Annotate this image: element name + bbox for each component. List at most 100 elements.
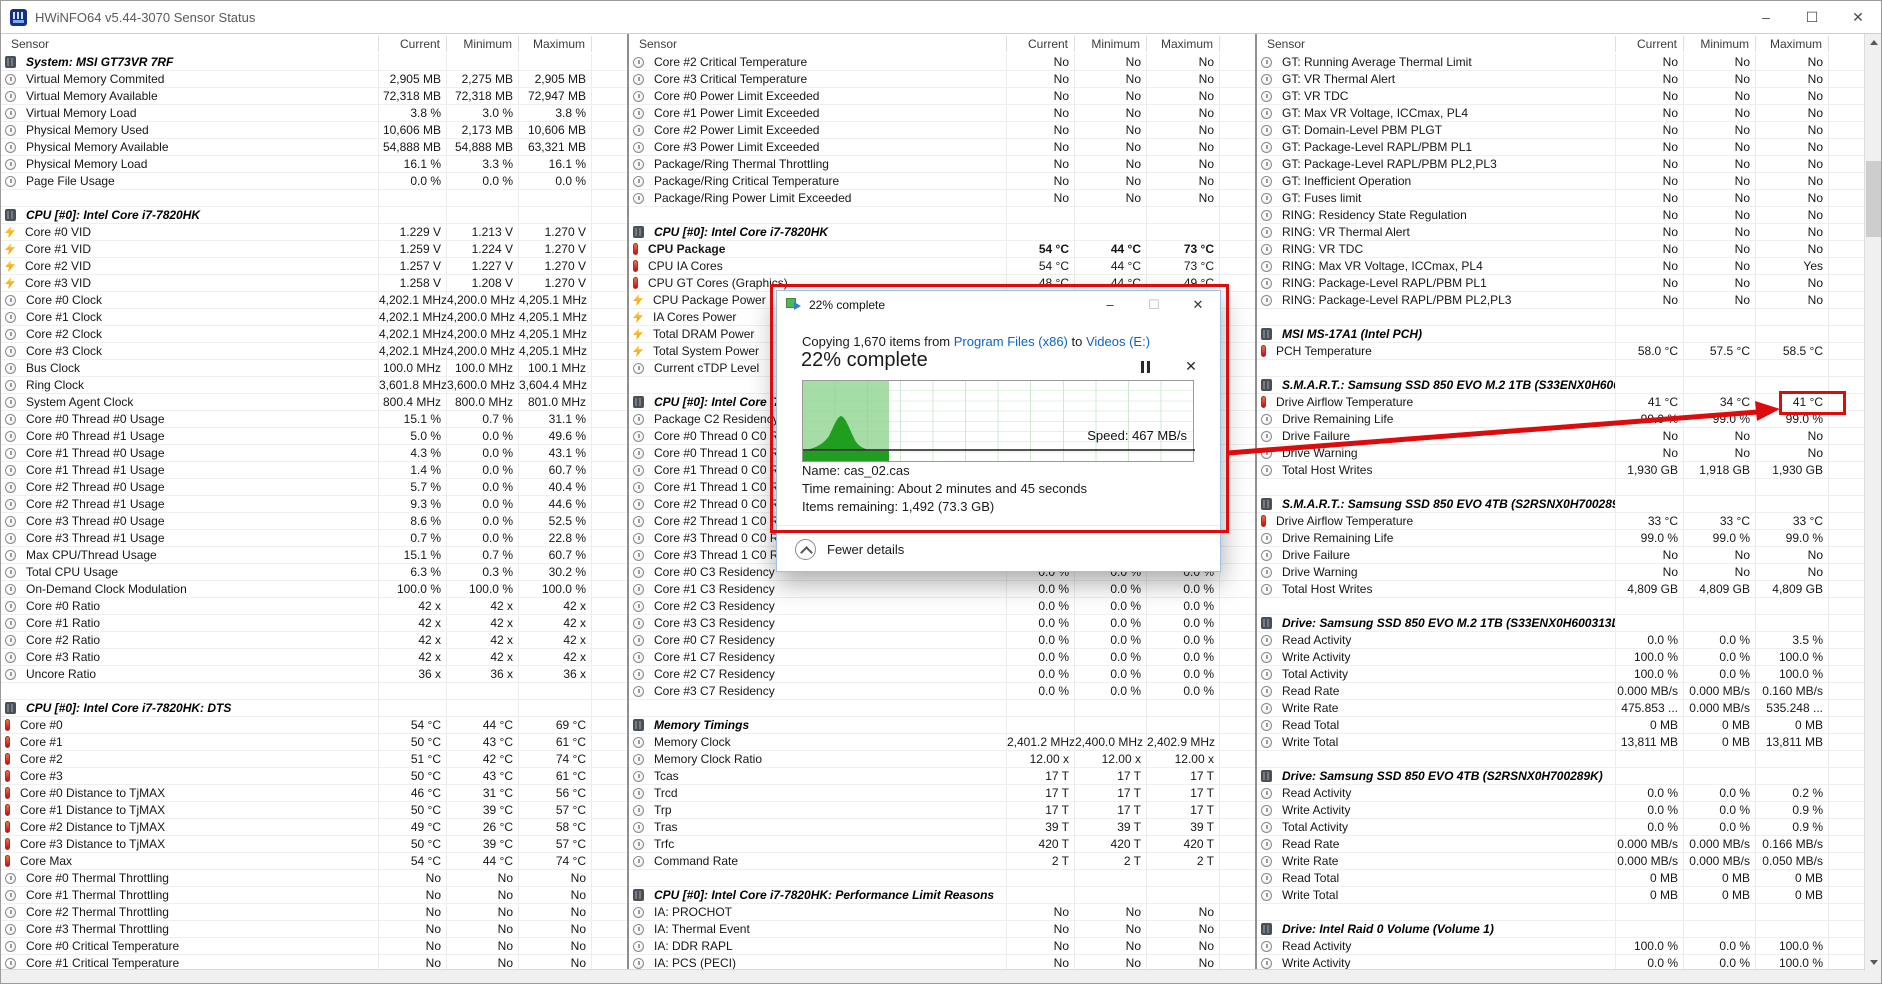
sensor-row[interactable]: Core #2 Thread #0 Usage5.7 %0.0 %40.4 % xyxy=(1,479,627,496)
dialog-close-button[interactable]: ✕ xyxy=(1176,291,1220,318)
sensor-row[interactable]: Core #3 Critical TemperatureNoNoNo xyxy=(629,71,1255,88)
sensor-row[interactable]: Drive Airflow Temperature41 °C34 °C41 °C xyxy=(1257,394,1864,411)
column-header-sensor[interactable]: Sensor xyxy=(1,37,378,51)
fewer-details-button[interactable]: Fewer details xyxy=(827,542,904,557)
sensor-row[interactable]: On-Demand Clock Modulation100.0 %100.0 %… xyxy=(1,581,627,598)
sensor-row[interactable]: Core #2 Clock4,202.1 MHz4,200.0 MHz4,205… xyxy=(1,326,627,343)
sensor-row[interactable]: GT: Max VR Voltage, ICCmax, PL4NoNoNo xyxy=(1257,105,1864,122)
chevron-up-icon[interactable] xyxy=(795,539,816,560)
sensor-row[interactable]: Total Activity100.0 %0.0 %100.0 % xyxy=(1257,666,1864,683)
sensor-row[interactable]: Core #2 Ratio42 x42 x42 x xyxy=(1,632,627,649)
sensor-row[interactable]: Core #3 Clock4,202.1 MHz4,200.0 MHz4,205… xyxy=(1,343,627,360)
section-row[interactable]: CPU [#0]: Intel Core i7-7820HK xyxy=(1,207,627,224)
sensor-row[interactable]: Total Activity0.0 %0.0 %0.9 % xyxy=(1257,819,1864,836)
sensor-row[interactable]: RING: Package-Level RAPL/PBM PL2,PL3NoNo… xyxy=(1257,292,1864,309)
sensor-row[interactable]: Trfc420 T420 T420 T xyxy=(629,836,1255,853)
section-row[interactable]: CPU [#0]: Intel Core i7-7820HK: Performa… xyxy=(629,887,1255,904)
sensor-row[interactable]: Read Total0 MB0 MB0 MB xyxy=(1257,717,1864,734)
sensor-row[interactable]: GT: Package-Level RAPL/PBM PL1NoNoNo xyxy=(1257,139,1864,156)
sensor-row[interactable]: Memory Clock Ratio12.00 x12.00 x12.00 x xyxy=(629,751,1255,768)
sensor-row[interactable]: Trp17 T17 T17 T xyxy=(629,802,1255,819)
sensor-row[interactable]: Core Max54 °C44 °C74 °C xyxy=(1,853,627,870)
sensor-row[interactable]: GT: Inefficient OperationNoNoNo xyxy=(1257,173,1864,190)
sensor-row[interactable]: Physical Memory Load16.1 %3.3 %16.1 % xyxy=(1,156,627,173)
sensor-row[interactable]: Core #1 Thermal ThrottlingNoNoNo xyxy=(1,887,627,904)
sensor-row[interactable]: Total CPU Usage6.3 %0.3 %30.2 % xyxy=(1,564,627,581)
sensor-row[interactable]: RING: Package-Level RAPL/PBM PL1NoNoNo xyxy=(1257,275,1864,292)
sensor-row[interactable]: PCH Temperature58.0 °C57.5 °C58.5 °C xyxy=(1257,343,1864,360)
sensor-row[interactable]: Core #1 Power Limit ExceededNoNoNo xyxy=(629,105,1255,122)
scroll-up-button[interactable] xyxy=(1865,34,1882,51)
section-row[interactable]: Drive: Samsung SSD 850 EVO 4TB (S2RSNX0H… xyxy=(1257,768,1864,785)
sensor-row[interactable]: Core #2 Thread #1 Usage9.3 %0.0 %44.6 % xyxy=(1,496,627,513)
column-header-minimum[interactable]: Minimum xyxy=(1074,36,1146,52)
sensor-row[interactable]: Core #0 Thread #0 Usage15.1 %0.7 %31.1 % xyxy=(1,411,627,428)
sensor-row[interactable]: Core #1 Clock4,202.1 MHz4,200.0 MHz4,205… xyxy=(1,309,627,326)
sensor-row[interactable]: Core #054 °C44 °C69 °C xyxy=(1,717,627,734)
sensor-row[interactable]: Core #0 Thermal ThrottlingNoNoNo xyxy=(1,870,627,887)
source-folder-link[interactable]: Program Files (x86) xyxy=(954,334,1068,349)
sensor-row[interactable]: GT: Running Average Thermal LimitNoNoNo xyxy=(1257,54,1864,71)
sensor-row[interactable]: Core #0 Ratio42 x42 x42 x xyxy=(1,598,627,615)
sensor-row[interactable]: Core #3 C7 Residency0.0 %0.0 %0.0 % xyxy=(629,683,1255,700)
column-header-current[interactable]: Current xyxy=(1615,36,1683,52)
sensor-row[interactable]: Core #3 Thread #0 Usage8.6 %0.0 %52.5 % xyxy=(1,513,627,530)
sensor-row[interactable]: Read Activity100.0 %0.0 %100.0 % xyxy=(1257,938,1864,955)
sensor-row[interactable]: Core #1 Thread #1 Usage1.4 %0.0 %60.7 % xyxy=(1,462,627,479)
sensor-row[interactable]: Core #3 Ratio42 x42 x42 x xyxy=(1,649,627,666)
sensor-row[interactable]: Core #0 Distance to TjMAX46 °C31 °C56 °C xyxy=(1,785,627,802)
sensor-row[interactable]: Memory Clock2,401.2 MHz2,400.0 MHz2,402.… xyxy=(629,734,1255,751)
section-row[interactable]: Memory Timings xyxy=(629,717,1255,734)
sensor-row[interactable]: Write Rate0.000 MB/s0.000 MB/s0.050 MB/s xyxy=(1257,853,1864,870)
sensor-row[interactable]: Write Activity100.0 %0.0 %100.0 % xyxy=(1257,649,1864,666)
sensor-row[interactable]: RING: Residency State RegulationNoNoNo xyxy=(1257,207,1864,224)
sensor-row[interactable]: Page File Usage0.0 %0.0 %0.0 % xyxy=(1,173,627,190)
sensor-row[interactable]: Drive FailureNoNoNo xyxy=(1257,428,1864,445)
sensor-row[interactable]: Drive Remaining Life99.0 %99.0 %99.0 % xyxy=(1257,530,1864,547)
sensor-row[interactable]: Core #3 Distance to TjMAX50 °C39 °C57 °C xyxy=(1,836,627,853)
sensor-row[interactable]: Read Activity0.0 %0.0 %3.5 % xyxy=(1257,632,1864,649)
section-row[interactable]: System: MSI GT73VR 7RF xyxy=(1,54,627,71)
sensor-row[interactable]: Physical Memory Used10,606 MB2,173 MB10,… xyxy=(1,122,627,139)
sensor-row[interactable]: GT: VR Thermal AlertNoNoNo xyxy=(1257,71,1864,88)
sensor-row[interactable]: IA: PROCHOTNoNoNo xyxy=(629,904,1255,921)
column-header-maximum[interactable]: Maximum xyxy=(1755,36,1828,52)
sensor-row[interactable]: Core #2 C7 Residency0.0 %0.0 %0.0 % xyxy=(629,666,1255,683)
sensor-row[interactable]: Core #251 °C42 °C74 °C xyxy=(1,751,627,768)
sensor-row[interactable]: Max CPU/Thread Usage15.1 %0.7 %60.7 % xyxy=(1,547,627,564)
sensor-row[interactable]: Uncore Ratio36 x36 x36 x xyxy=(1,666,627,683)
sensor-row[interactable]: Core #3 Thermal ThrottlingNoNoNo xyxy=(1,921,627,938)
sensor-row[interactable]: Core #2 Critical TemperatureNoNoNo xyxy=(629,54,1255,71)
close-button[interactable]: ✕ xyxy=(1835,1,1881,33)
section-row[interactable]: CPU [#0]: Intel Core i7-7820HK xyxy=(629,224,1255,241)
minimize-button[interactable]: – xyxy=(1743,1,1789,33)
sensor-row[interactable]: System Agent Clock800.4 MHz800.0 MHz801.… xyxy=(1,394,627,411)
sensor-row[interactable]: Core #2 Thermal ThrottlingNoNoNo xyxy=(1,904,627,921)
sensor-row[interactable]: Drive Remaining Life99.0 %99.0 %99.0 % xyxy=(1257,411,1864,428)
sensor-row[interactable]: Virtual Memory Available72,318 MB72,318 … xyxy=(1,88,627,105)
section-row[interactable]: CPU [#0]: Intel Core i7-7820HK: DTS xyxy=(1,700,627,717)
sensor-row[interactable]: Ring Clock3,601.8 MHz3,600.0 MHz3,604.4 … xyxy=(1,377,627,394)
sensor-row[interactable]: Read Rate0.000 MB/s0.000 MB/s0.166 MB/s xyxy=(1257,836,1864,853)
sensor-row[interactable]: GT: Package-Level RAPL/PBM PL2,PL3NoNoNo xyxy=(1257,156,1864,173)
section-row[interactable]: Drive: Intel Raid 0 Volume (Volume 1) xyxy=(1257,921,1864,938)
sensor-row[interactable]: Core #3 C3 Residency0.0 %0.0 %0.0 % xyxy=(629,615,1255,632)
sensor-row[interactable]: Package/Ring Critical TemperatureNoNoNo xyxy=(629,173,1255,190)
column-header-current[interactable]: Current xyxy=(378,36,446,52)
section-row[interactable]: S.M.A.R.T.: Samsung SSD 850 EVO M.2 1TB … xyxy=(1257,377,1864,394)
sensor-row[interactable]: Read Activity0.0 %0.0 %0.2 % xyxy=(1257,785,1864,802)
sensor-row[interactable]: Total Host Writes4,809 GB4,809 GB4,809 G… xyxy=(1257,581,1864,598)
sensor-row[interactable]: Core #0 VID1.229 V1.213 V1.270 V xyxy=(1,224,627,241)
sensor-row[interactable]: CPU IA Cores54 °C44 °C73 °C xyxy=(629,258,1255,275)
pause-button[interactable] xyxy=(1135,359,1155,375)
column-header-minimum[interactable]: Minimum xyxy=(1683,36,1755,52)
sensor-row[interactable]: RING: Max VR Voltage, ICCmax, PL4NoNoYes xyxy=(1257,258,1864,275)
sensor-row[interactable]: Write Rate475.853 ...0.000 MB/s535.248 .… xyxy=(1257,700,1864,717)
cancel-button[interactable]: ✕ xyxy=(1181,357,1201,375)
vertical-scrollbar[interactable] xyxy=(1864,34,1881,971)
sensor-row[interactable]: Core #3 Thread #1 Usage0.7 %0.0 %22.8 % xyxy=(1,530,627,547)
sensor-row[interactable]: Core #1 VID1.259 V1.224 V1.270 V xyxy=(1,241,627,258)
sensor-row[interactable]: Write Activity0.0 %0.0 %0.9 % xyxy=(1257,802,1864,819)
sensor-row[interactable]: Drive WarningNoNoNo xyxy=(1257,564,1864,581)
column-header-sensor[interactable]: Sensor xyxy=(1257,37,1615,51)
